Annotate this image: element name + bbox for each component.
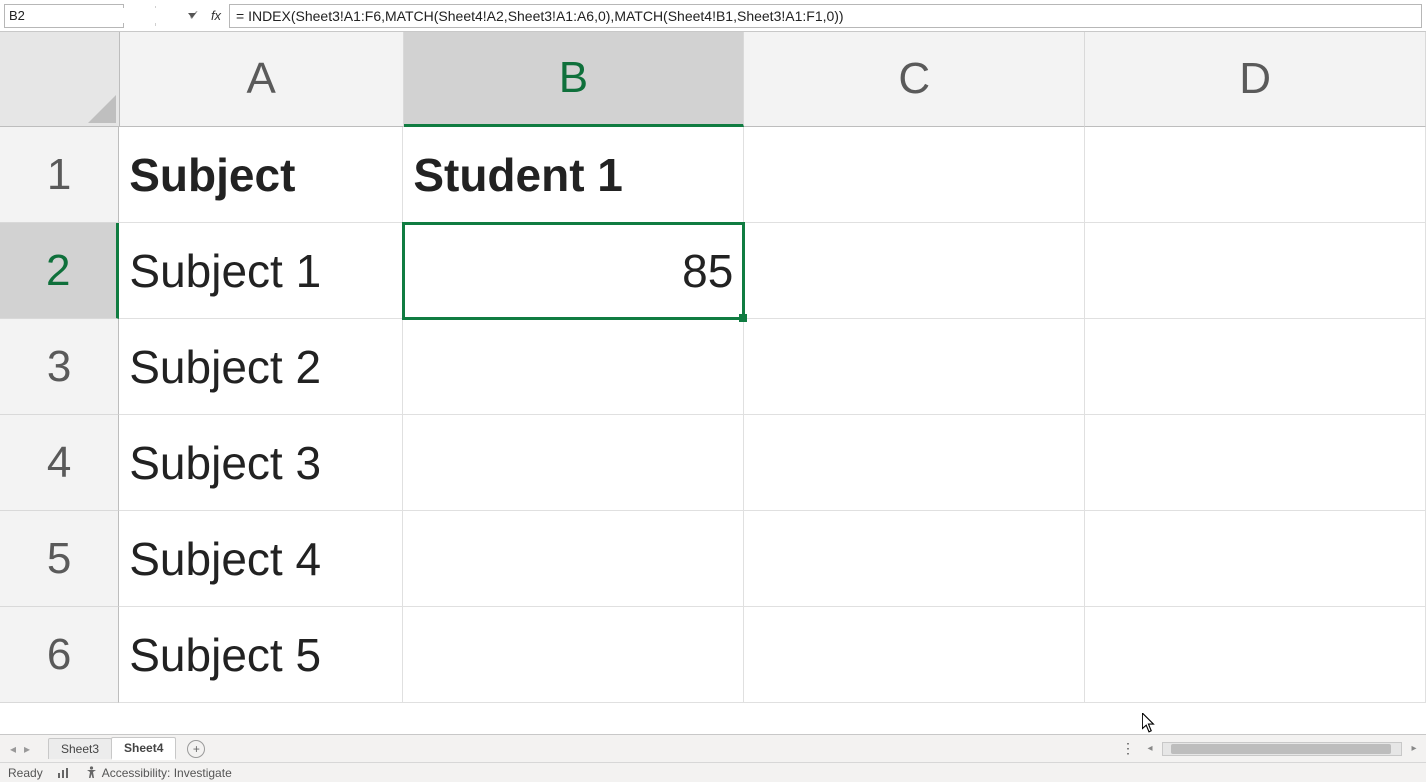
cell-B4[interactable] — [403, 415, 744, 511]
row-header-6[interactable]: 6 — [0, 607, 119, 703]
formula-text: = INDEX(Sheet3!A1:F6,MATCH(Sheet4!A2,She… — [236, 8, 844, 24]
cell-C5[interactable] — [744, 511, 1085, 607]
row-header-3[interactable]: 3 — [0, 319, 119, 415]
spreadsheet-grid[interactable]: A B C D 1 Subject Student 1 2 Subject 1 … — [0, 32, 1426, 734]
row-5: 5 Subject 4 — [0, 511, 1426, 607]
tab-nav-prev[interactable]: ◂ — [6, 742, 20, 756]
horizontal-scrollbar[interactable] — [1162, 742, 1402, 756]
status-bar: Ready Accessibility: Investigate — [0, 762, 1426, 782]
column-header-D[interactable]: D — [1085, 32, 1426, 127]
row-4: 4 Subject 3 — [0, 415, 1426, 511]
cell-A3[interactable]: Subject 2 — [119, 319, 403, 415]
plus-icon: + — [193, 742, 200, 756]
column-header-B[interactable]: B — [404, 32, 745, 127]
name-box-input[interactable] — [9, 8, 185, 23]
scroll-left-icon[interactable]: ◂ — [1144, 743, 1156, 754]
column-header-C[interactable]: C — [744, 32, 1085, 127]
cell-A5[interactable]: Subject 4 — [119, 511, 403, 607]
cell-B2[interactable]: 85 — [403, 223, 744, 319]
formula-input[interactable]: = INDEX(Sheet3!A1:F6,MATCH(Sheet4!A2,She… — [229, 4, 1422, 28]
row-header-2[interactable]: 2 — [0, 223, 119, 319]
select-all-triangle-icon — [88, 95, 116, 123]
cell-D6[interactable] — [1085, 607, 1426, 703]
cell-A2[interactable]: Subject 1 — [119, 223, 403, 319]
tab-nav-next[interactable]: ▸ — [20, 742, 34, 756]
cell-C2[interactable] — [744, 223, 1085, 319]
chevron-down-icon[interactable] — [188, 13, 196, 18]
column-header-A[interactable]: A — [120, 32, 404, 127]
select-all-corner[interactable] — [0, 32, 120, 127]
accessibility-label: Accessibility: Investigate — [102, 766, 232, 780]
cell-B3[interactable] — [403, 319, 744, 415]
row-2: 2 Subject 1 85 — [0, 223, 1426, 319]
formula-bar: ⋮ ✕ ✓ fx = INDEX(Sheet3!A1:F6,MATCH(Shee… — [0, 0, 1426, 32]
mouse-cursor-icon — [1142, 713, 1156, 733]
row-3: 3 Subject 2 — [0, 319, 1426, 415]
row-header-5[interactable]: 5 — [0, 511, 119, 607]
status-ready: Ready — [8, 766, 43, 780]
cell-A4[interactable]: Subject 3 — [119, 415, 403, 511]
cell-D5[interactable] — [1085, 511, 1426, 607]
sheet-tab-sheet4[interactable]: Sheet4 — [111, 737, 176, 760]
cell-D4[interactable] — [1085, 415, 1426, 511]
column-header-row: A B C D — [0, 32, 1426, 127]
row-header-4[interactable]: 4 — [0, 415, 119, 511]
cell-B6[interactable] — [403, 607, 744, 703]
cell-A1[interactable]: Subject — [119, 127, 403, 223]
add-sheet-button[interactable]: + — [187, 740, 205, 758]
row-6: 6 Subject 5 — [0, 607, 1426, 703]
row-header-1[interactable]: 1 — [0, 127, 119, 223]
cell-C4[interactable] — [744, 415, 1085, 511]
insert-function-button[interactable]: fx — [207, 5, 225, 27]
tabs-vertical-dots-icon[interactable]: ⋮ — [1118, 740, 1138, 757]
cell-D2[interactable] — [1085, 223, 1426, 319]
sheet-tab-sheet3[interactable]: Sheet3 — [48, 738, 112, 759]
cell-C3[interactable] — [744, 319, 1085, 415]
accessibility-icon — [85, 766, 98, 779]
cell-B1[interactable]: Student 1 — [403, 127, 744, 223]
cell-A6[interactable]: Subject 5 — [119, 607, 403, 703]
row-1: 1 Subject Student 1 — [0, 127, 1426, 223]
horizontal-scrollbar-thumb[interactable] — [1171, 744, 1391, 754]
cell-C1[interactable] — [744, 127, 1085, 223]
statistics-icon[interactable] — [57, 767, 71, 779]
name-box[interactable] — [4, 4, 124, 28]
cell-D1[interactable] — [1085, 127, 1426, 223]
cell-D3[interactable] — [1085, 319, 1426, 415]
cell-B5[interactable] — [403, 511, 744, 607]
fx-icon: fx — [211, 8, 221, 23]
accessibility-status[interactable]: Accessibility: Investigate — [85, 766, 232, 780]
scroll-right-icon[interactable]: ▸ — [1408, 743, 1420, 754]
sheet-tabs-bar: ◂ ▸ Sheet3 Sheet4 + ⋮ ◂ ▸ — [0, 734, 1426, 762]
cell-C6[interactable] — [744, 607, 1085, 703]
